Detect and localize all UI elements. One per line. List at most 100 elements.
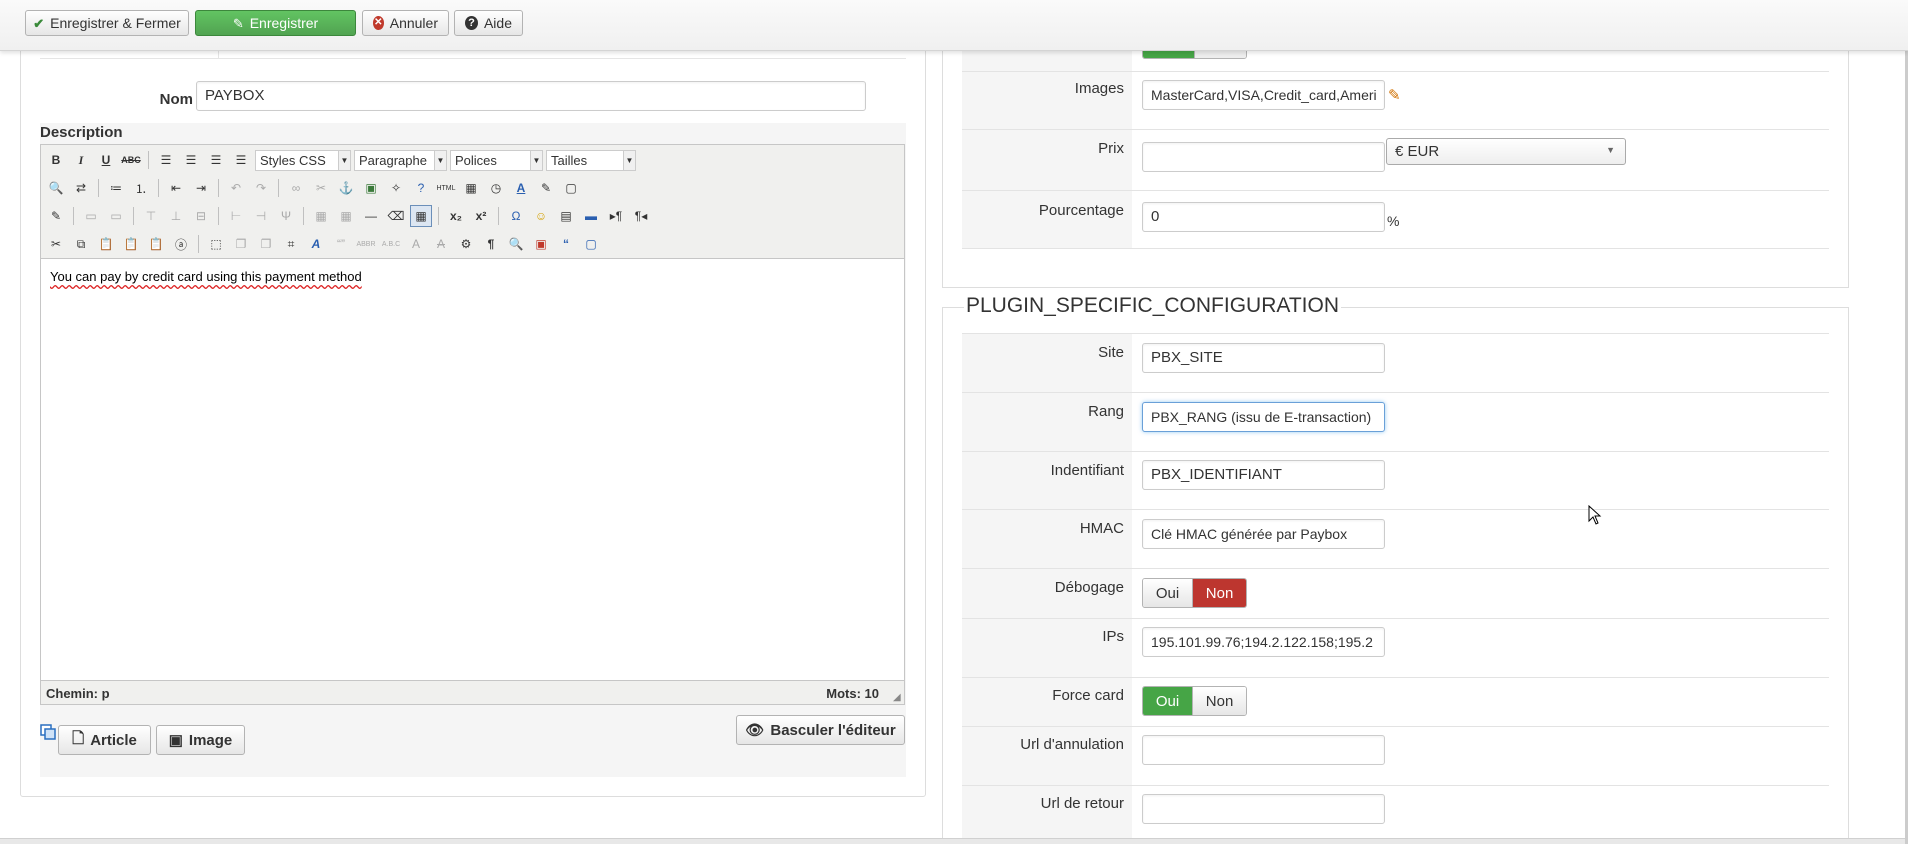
layer-icon[interactable]: ▭ [80, 205, 102, 227]
resize-handle-icon[interactable]: ◢ [893, 693, 903, 703]
nonbreaking-icon[interactable]: ▬ [580, 205, 602, 227]
show-blocks-icon[interactable]: ¶ [480, 233, 502, 255]
abbr-icon[interactable]: ABBR [355, 233, 377, 255]
eraser-icon[interactable]: ⌫ [385, 205, 407, 227]
toggle-editor-button[interactable]: 👁 Basculer l'éditeur [736, 715, 905, 745]
ltr-icon[interactable]: ▸¶ [605, 205, 627, 227]
template-icon[interactable]: 🔍 [505, 233, 527, 255]
html-icon[interactable]: HTML [435, 177, 457, 199]
visual-aid-icon[interactable]: ⬚ [205, 233, 227, 255]
crop-icon[interactable]: ⌗ [280, 233, 302, 255]
numbered-list-icon[interactable]: ⒈ [130, 177, 152, 199]
price-input[interactable] [1142, 142, 1385, 172]
edit-css-icon[interactable]: ✎ [45, 205, 67, 227]
acronym-icon[interactable]: A.B.C [380, 233, 402, 255]
partial-toggle[interactable] [1142, 51, 1247, 59]
time-icon[interactable]: ◷ [485, 177, 507, 199]
anchor-icon[interactable]: ⚓ [335, 177, 357, 199]
superscript-icon[interactable]: x² [470, 205, 492, 227]
outdent-icon[interactable]: ⇤ [165, 177, 187, 199]
merge-cells-icon[interactable]: ▦ [335, 205, 357, 227]
cite-icon[interactable]: “” [330, 233, 352, 255]
cut-icon[interactable]: ✂ [45, 233, 67, 255]
cleanup-icon[interactable]: ✧ [385, 177, 407, 199]
underline-icon[interactable]: U [95, 149, 117, 171]
select-all-icon[interactable]: ⓐ [170, 233, 192, 255]
identifier-input[interactable]: PBX_IDENTIFIANT [1142, 460, 1385, 490]
align-right-icon[interactable]: ☰ [205, 149, 227, 171]
paste-word-icon[interactable]: 📋 [145, 233, 167, 255]
replace-icon[interactable]: ⇄ [70, 177, 92, 199]
ips-input[interactable]: 195.101.99.76;194.2.122.158;195.2 [1142, 627, 1385, 657]
delete-row-icon[interactable]: ⊟ [190, 205, 212, 227]
save-button[interactable]: ✎ Enregistrer [195, 10, 356, 36]
help-button[interactable]: ? Aide [454, 10, 523, 36]
preview-icon[interactable]: ▢ [560, 177, 582, 199]
edit-images-icon[interactable]: ✎ [1388, 86, 1401, 104]
align-justify-icon[interactable]: ☰ [230, 149, 252, 171]
rtl-icon[interactable]: ¶◂ [630, 205, 652, 227]
images-input[interactable]: MasterCard,VISA,Credit_card,Ameri [1142, 80, 1385, 110]
rank-input[interactable]: PBX_RANG (issu de E-transaction) [1142, 402, 1385, 432]
delete-col-icon[interactable]: Ψ [275, 205, 297, 227]
return-url-input[interactable] [1142, 794, 1385, 824]
align-center-icon[interactable]: ☰ [180, 149, 202, 171]
col-after-icon[interactable]: ⊣ [250, 205, 272, 227]
layer-absolute-icon[interactable]: ▭ [105, 205, 127, 227]
cancel-url-input[interactable] [1142, 735, 1385, 765]
image-button[interactable]: ▣ Image [156, 725, 245, 755]
debug-yes-option[interactable]: Oui [1143, 579, 1193, 607]
copy-icon[interactable]: ⧉ [70, 233, 92, 255]
name-input[interactable]: PAYBOX [196, 81, 866, 111]
table-icon[interactable]: ▦ [410, 205, 432, 227]
media-icon[interactable]: ▤ [555, 205, 577, 227]
subscript-icon[interactable]: x₂ [445, 205, 467, 227]
col-before-icon[interactable]: ⊢ [225, 205, 247, 227]
date-icon[interactable]: ▦ [460, 177, 482, 199]
image-manager-icon[interactable] [40, 724, 56, 740]
force-card-no-option[interactable]: Non [1192, 687, 1246, 715]
fullscreen-icon[interactable]: ▢ [580, 233, 602, 255]
image-icon[interactable]: ▣ [360, 177, 382, 199]
undo-icon[interactable]: ↶ [225, 177, 247, 199]
save-and-close-button[interactable]: ✔ Enregistrer & Fermer [25, 10, 189, 36]
fonts-select[interactable]: Polices ▼ [450, 149, 543, 171]
emoticon-icon[interactable]: ☺ [530, 205, 552, 227]
styleprops-icon[interactable]: A [305, 233, 327, 255]
indent-icon[interactable]: ⇥ [190, 177, 212, 199]
site-input[interactable]: PBX_SITE [1142, 343, 1385, 373]
bullet-list-icon[interactable]: ≔ [105, 177, 127, 199]
currency-select[interactable]: € EUR ▼ [1386, 138, 1626, 165]
highlight-color-icon[interactable]: ✎ [535, 177, 557, 199]
special-char-icon[interactable]: Ω [505, 205, 527, 227]
split-cells-icon[interactable]: ▦ [310, 205, 332, 227]
cancel-button[interactable]: ✕ Annuler [362, 10, 449, 36]
force-card-yes-option[interactable]: Oui [1143, 687, 1193, 715]
hmac-input[interactable]: Clé HMAC générée par Paybox [1142, 519, 1385, 549]
help-circle-icon[interactable]: ? [410, 177, 432, 199]
article-button[interactable]: 🗋 Article [58, 725, 151, 755]
paste-text-icon[interactable]: 📋 [120, 233, 142, 255]
del-icon[interactable]: A [405, 233, 427, 255]
debug-no-option[interactable]: Non [1192, 579, 1246, 607]
find-icon[interactable]: 🔍 [45, 177, 67, 199]
align-left-icon[interactable]: ☰ [155, 149, 177, 171]
link-icon[interactable]: ∞ [285, 177, 307, 199]
send-backward-icon[interactable]: ❐ [255, 233, 277, 255]
horizontal-rule-icon[interactable]: — [360, 205, 382, 227]
paste-icon[interactable]: 📋 [95, 233, 117, 255]
text-color-icon[interactable]: A [510, 177, 532, 199]
editor-content-area[interactable]: You can pay by credit card using this pa… [41, 258, 904, 681]
sizes-select[interactable]: Tailles ▼ [546, 149, 636, 171]
paragraph-select[interactable]: Paragraphe ▼ [354, 149, 447, 171]
percentage-input[interactable]: 0 [1142, 202, 1385, 232]
redo-icon[interactable]: ↷ [250, 177, 272, 199]
attribs-icon[interactable]: ⚙ [455, 233, 477, 255]
pagebreak-icon[interactable]: ▣ [530, 233, 552, 255]
unlink-icon[interactable]: ✂ [310, 177, 332, 199]
ins-icon[interactable]: A [430, 233, 452, 255]
bring-forward-icon[interactable]: ❐ [230, 233, 252, 255]
blockquote-icon[interactable]: “ [555, 233, 577, 255]
strikethrough-icon[interactable]: ABC [120, 149, 142, 171]
italic-icon[interactable]: I [70, 149, 92, 171]
